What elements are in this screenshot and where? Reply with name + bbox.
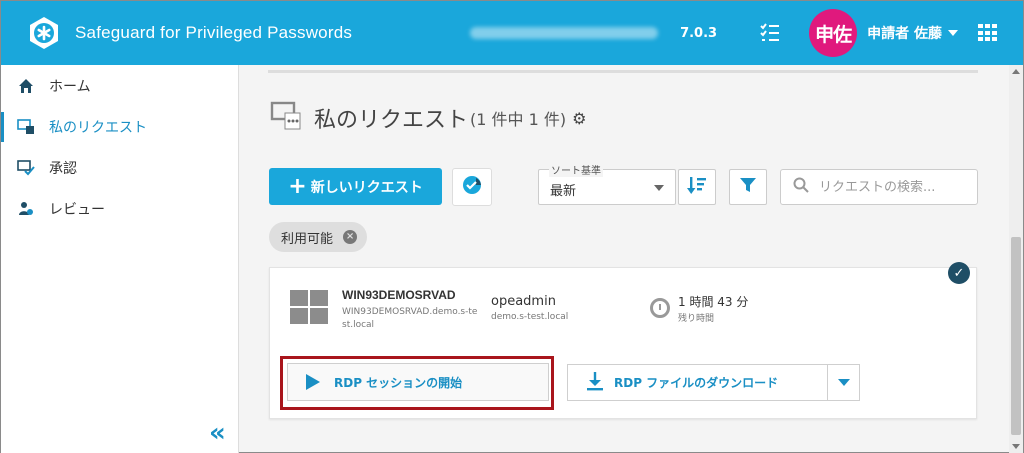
request-count: (1 件中 1 件): [470, 110, 567, 129]
scroll-down-icon[interactable]: [1012, 444, 1020, 449]
windows-icon: [290, 290, 328, 324]
avatar[interactable]: 申佐: [809, 9, 858, 57]
filter-chip-label: 利用可能: [281, 231, 334, 247]
clock-icon: [650, 298, 670, 318]
search-input[interactable]: [819, 179, 969, 195]
scrollbar[interactable]: [1009, 65, 1023, 453]
gear-icon[interactable]: ⚙: [572, 109, 586, 128]
rdp-session-start-button[interactable]: RDP セッションの開始: [287, 363, 549, 401]
plus-icon: +: [288, 174, 307, 199]
search-icon: [793, 177, 809, 197]
sidebar: ホーム 私のリクエスト 承認 レビュー «: [1, 65, 239, 453]
time-remaining-value: 1 時間 43 分: [678, 295, 749, 309]
sidebar-item-label: 私のリクエスト: [49, 119, 147, 136]
account-name: opeadmin: [491, 294, 556, 309]
app-title: Safeguard for Privileged Passwords: [75, 23, 353, 42]
sidebar-item-label: レビュー: [49, 201, 105, 218]
sidebar-item-label: 承認: [49, 160, 77, 177]
main-content: 私のリクエスト (1 件中 1 件) ⚙ + 新しいリクエスト ソート基準 最新: [240, 65, 1009, 453]
checkmark-icon: ✓: [948, 262, 970, 284]
request-page-icon: [270, 101, 302, 135]
sort-label: ソート基準: [549, 162, 603, 177]
download-icon: [586, 371, 604, 394]
new-request-button[interactable]: + 新しいリクエスト: [269, 168, 442, 205]
close-icon[interactable]: ×: [343, 230, 358, 244]
page-title-text: 私のリクエスト: [314, 108, 469, 133]
sidebar-item-label: ホーム: [49, 78, 91, 95]
rdp-session-start-label: RDP セッションの開始: [334, 375, 463, 390]
rdp-file-download-label: RDP ファイルのダウンロード: [614, 376, 779, 390]
scroll-up-icon[interactable]: [1012, 69, 1020, 74]
search-box[interactable]: [780, 169, 978, 205]
time-remaining-label: 残り時間: [678, 314, 715, 324]
user-name: 申請者 佐藤: [867, 26, 942, 42]
account-domain: demo.s-test.local: [491, 312, 569, 322]
download-options-dropdown[interactable]: [827, 364, 860, 401]
chevron-down-icon: [947, 30, 958, 36]
sidebar-item-my-requests[interactable]: 私のリクエスト: [1, 106, 238, 147]
asset-name: WIN93DEMOSRVAD: [342, 288, 456, 302]
filter-chip-available[interactable]: 利用可能 ×: [269, 222, 368, 252]
apps-grid-icon[interactable]: [977, 24, 998, 42]
app-header: Safeguard for Privileged Passwords 7.0.3…: [1, 1, 1023, 65]
approvals-icon: [17, 159, 35, 177]
sort-descending-icon: [687, 175, 707, 199]
sidebar-item-home[interactable]: ホーム: [1, 65, 238, 106]
previous-section-edge: [268, 65, 978, 73]
review-icon: [17, 200, 35, 218]
redacted-appliance-name: [470, 27, 659, 39]
request-card[interactable]: ✓ WIN93DEMOSRVAD WIN93DEMOSRVAD.demo.s-t…: [269, 262, 977, 419]
collapse-sidebar-button[interactable]: «: [209, 420, 226, 446]
sort-select[interactable]: ソート基準 最新: [538, 162, 676, 205]
new-request-label: 新しいリクエスト: [310, 179, 423, 196]
asterisk-hexagon-icon[interactable]: [27, 16, 61, 50]
refresh-check-icon: [461, 174, 483, 200]
filter-button[interactable]: [729, 169, 767, 205]
sort-value: 最新: [550, 184, 577, 199]
page-title: 私のリクエスト (1 件中 1 件) ⚙: [270, 101, 586, 135]
task-list-icon[interactable]: [759, 22, 781, 44]
version-label: 7.0.3: [680, 25, 718, 41]
play-icon: [306, 374, 320, 390]
my-requests-icon: [17, 118, 35, 136]
scrollbar-thumb[interactable]: [1011, 237, 1021, 435]
filter-icon: [739, 176, 757, 198]
user-menu[interactable]: 申請者 佐藤: [867, 23, 958, 43]
home-icon: [17, 77, 35, 95]
refresh-check-button[interactable]: [452, 168, 492, 206]
chevron-down-icon: [837, 379, 850, 386]
sidebar-item-approvals[interactable]: 承認: [1, 147, 238, 188]
sort-order-button[interactable]: [678, 169, 716, 205]
sidebar-item-review[interactable]: レビュー: [1, 188, 238, 229]
rdp-file-download-button[interactable]: RDP ファイルのダウンロード: [567, 364, 827, 401]
chevron-down-icon: [654, 185, 664, 191]
asset-domain: WIN93DEMOSRVAD.demo.s-test.local: [342, 307, 478, 330]
